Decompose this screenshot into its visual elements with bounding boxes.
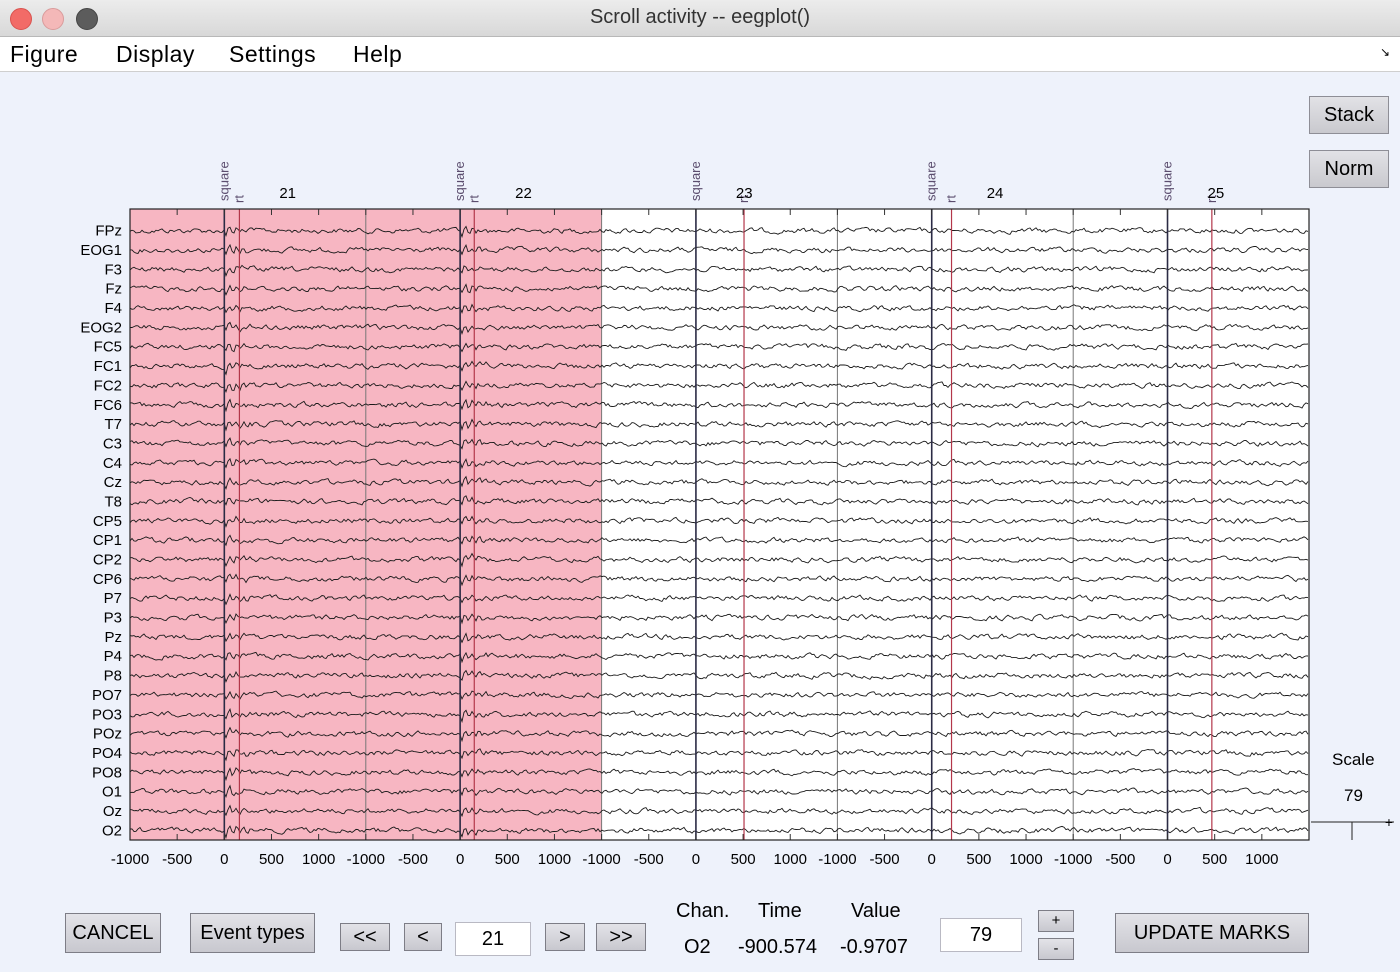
channel-label: CP1 bbox=[93, 532, 122, 549]
channel-label: CP2 bbox=[93, 552, 122, 569]
channel-label: P4 bbox=[104, 648, 122, 665]
time-readout: -900.574 bbox=[738, 936, 817, 958]
x-tick-label: 1000 bbox=[302, 851, 335, 868]
channel-label: O1 bbox=[102, 784, 122, 801]
value-label: Value bbox=[851, 900, 901, 922]
value-readout: -0.9707 bbox=[840, 936, 908, 958]
epoch-number-label: 24 bbox=[987, 185, 1004, 202]
event-type-label: square bbox=[452, 161, 467, 201]
x-tick-label: 1000 bbox=[538, 851, 571, 868]
channel-label: F4 bbox=[104, 300, 122, 317]
time-label: Time bbox=[758, 900, 802, 922]
channel-label: FC2 bbox=[94, 377, 122, 394]
channel-label: POz bbox=[93, 726, 122, 743]
x-tick-label: 500 bbox=[1202, 851, 1227, 868]
channel-label: P3 bbox=[104, 610, 122, 627]
x-tick-label: 500 bbox=[495, 851, 520, 868]
scale-input[interactable] bbox=[940, 918, 1022, 952]
x-tick-label: -1000 bbox=[1054, 851, 1092, 868]
x-tick-label: -1000 bbox=[111, 851, 149, 868]
x-tick-label: -500 bbox=[398, 851, 428, 868]
epoch-number-label: 23 bbox=[736, 185, 753, 202]
channel-label: T7 bbox=[104, 416, 122, 433]
scale-plus-marker: + bbox=[1385, 814, 1393, 830]
channel-label: EOG2 bbox=[80, 319, 122, 336]
channel-label: T8 bbox=[104, 493, 122, 510]
channel-label: EOG1 bbox=[80, 242, 122, 259]
chan-label: Chan. bbox=[676, 900, 730, 922]
x-tick-label: 500 bbox=[259, 851, 284, 868]
channel-label: Oz bbox=[103, 803, 122, 820]
channel-label: FC1 bbox=[94, 358, 122, 375]
channel-label: F3 bbox=[104, 261, 122, 278]
epoch-number-label: 25 bbox=[1208, 185, 1225, 202]
x-tick-label: -500 bbox=[1105, 851, 1135, 868]
x-tick-label: 0 bbox=[456, 851, 464, 868]
event-type-label: square bbox=[688, 161, 703, 201]
channel-label: P7 bbox=[104, 590, 122, 607]
prev-epoch-button[interactable]: < bbox=[404, 923, 442, 951]
channel-label: O2 bbox=[102, 822, 122, 839]
x-tick-label: -1000 bbox=[347, 851, 385, 868]
channel-label: Cz bbox=[104, 474, 122, 491]
channel-label: FPz bbox=[95, 223, 122, 240]
epoch-input[interactable] bbox=[455, 922, 531, 956]
event-type-label: square bbox=[1160, 161, 1175, 201]
x-tick-label: -500 bbox=[162, 851, 192, 868]
update-marks-button[interactable]: UPDATE MARKS bbox=[1115, 913, 1309, 953]
x-tick-label: -1000 bbox=[818, 851, 856, 868]
last-epoch-button[interactable]: >> bbox=[596, 923, 646, 951]
eeg-plot[interactable]: FPz EOG1 F3 Fz F4 EOG2 FC5 FC1 FC2 FC6 T7 C3 C4 Cz T8 C… bbox=[0, 0, 1400, 880]
event-type-label: square bbox=[924, 161, 939, 201]
next-epoch-button[interactable]: > bbox=[545, 923, 585, 951]
channel-label: CP6 bbox=[93, 571, 122, 588]
channel-label: Fz bbox=[105, 281, 122, 298]
x-tick-label: 0 bbox=[220, 851, 228, 868]
channel-label: PO4 bbox=[92, 745, 122, 762]
channel-label: C3 bbox=[103, 435, 122, 452]
event-type-label: rt bbox=[466, 195, 481, 203]
channel-label: PO7 bbox=[92, 687, 122, 704]
rejected-epoch-highlight[interactable] bbox=[365, 209, 602, 840]
scale-increase-button[interactable]: + bbox=[1038, 910, 1074, 932]
first-epoch-button[interactable]: << bbox=[340, 923, 390, 951]
x-tick-label: 1000 bbox=[774, 851, 807, 868]
rejected-epoch-highlight[interactable] bbox=[130, 209, 366, 840]
x-tick-label: 0 bbox=[692, 851, 700, 868]
event-types-button[interactable]: Event types bbox=[190, 913, 315, 953]
channel-label: Pz bbox=[104, 629, 122, 646]
scale-decrease-button[interactable]: - bbox=[1038, 938, 1074, 960]
event-type-label: rt bbox=[944, 195, 959, 203]
epoch-number-label: 22 bbox=[515, 185, 532, 202]
event-type-label: square bbox=[216, 161, 231, 201]
x-tick-label: 0 bbox=[928, 851, 936, 868]
x-tick-label: -1000 bbox=[582, 851, 620, 868]
event-type-label: rt bbox=[231, 195, 246, 203]
x-tick-label: 500 bbox=[731, 851, 756, 868]
x-tick-label: -500 bbox=[634, 851, 664, 868]
channel-label: FC5 bbox=[94, 339, 122, 356]
x-tick-label: 500 bbox=[966, 851, 991, 868]
x-tick-label: 1000 bbox=[1245, 851, 1278, 868]
channel-label: FC6 bbox=[94, 397, 122, 414]
channel-label: P8 bbox=[104, 668, 122, 685]
cancel-button[interactable]: CANCEL bbox=[65, 913, 161, 953]
epoch-number-label: 21 bbox=[279, 185, 296, 202]
x-tick-label: 1000 bbox=[1009, 851, 1042, 868]
channel-label: C4 bbox=[103, 455, 122, 472]
x-tick-label: -500 bbox=[870, 851, 900, 868]
x-tick-label: 0 bbox=[1163, 851, 1171, 868]
scale-label: Scale bbox=[1332, 750, 1375, 769]
scale-value: 79 bbox=[1344, 786, 1363, 805]
chan-readout: O2 bbox=[684, 936, 711, 958]
channel-label: PO8 bbox=[92, 764, 122, 781]
channel-label: CP5 bbox=[93, 513, 122, 530]
channel-label: PO3 bbox=[92, 706, 122, 723]
